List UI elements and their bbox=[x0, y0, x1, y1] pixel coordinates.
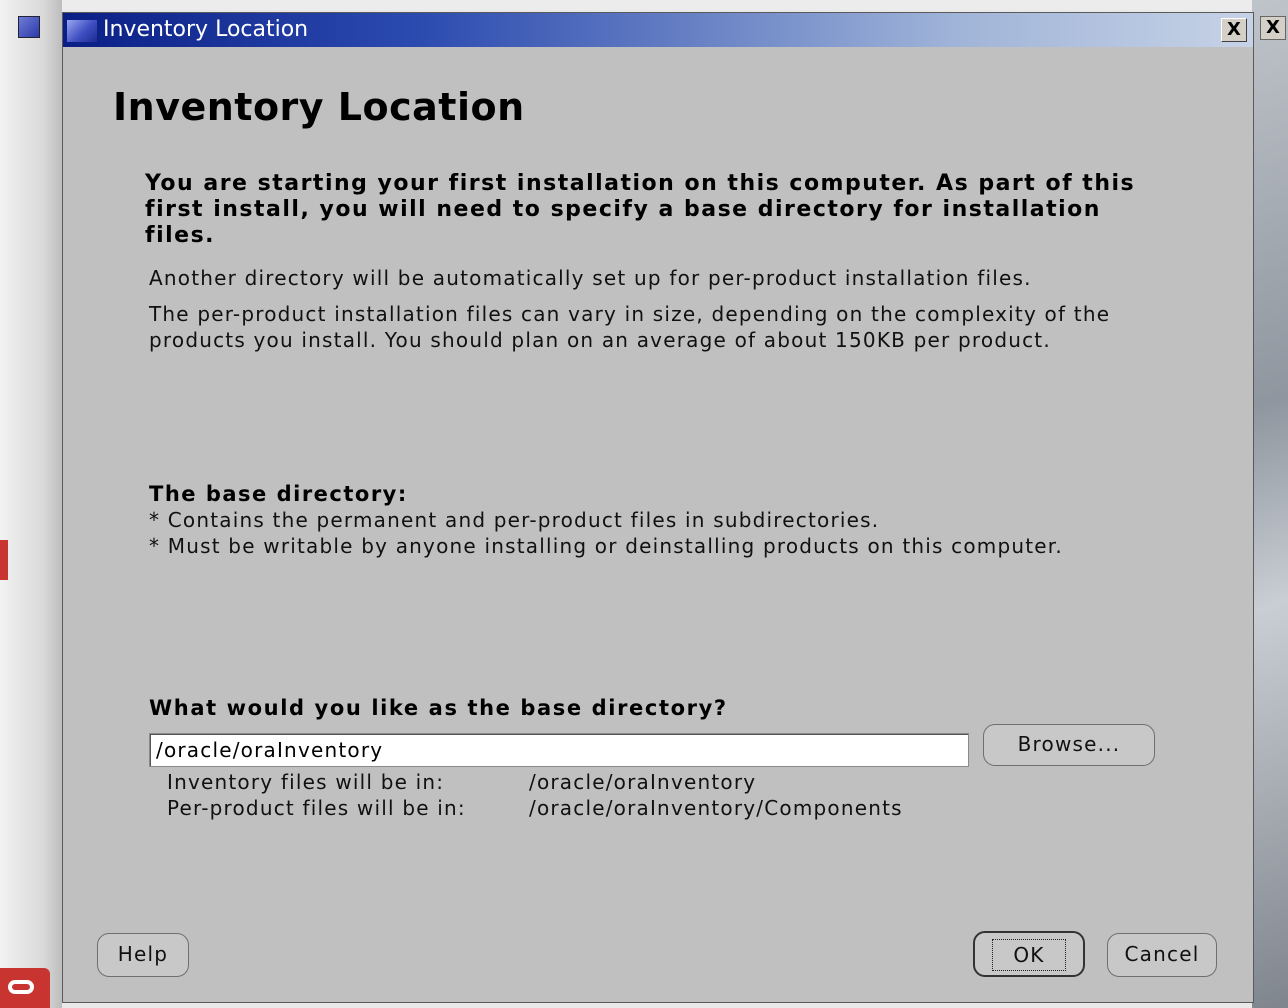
base-directory-input[interactable] bbox=[149, 733, 969, 767]
per-product-files-label: Per-product files will be in: bbox=[167, 796, 466, 820]
inventory-files-value: /oracle/oraInventory bbox=[529, 770, 757, 794]
close-button[interactable]: X bbox=[1221, 18, 1247, 42]
desktop-left-area bbox=[0, 0, 62, 1008]
bullet-item: * Must be writable by anyone installing … bbox=[149, 534, 1063, 558]
paragraph-per-product-dir: Another directory will be automatically … bbox=[149, 266, 1032, 290]
inventory-location-dialog: Inventory Location X Inventory Location … bbox=[62, 12, 1254, 1003]
parent-window-icon bbox=[18, 16, 40, 38]
intro-text: You are starting your first installation… bbox=[145, 171, 1136, 248]
desktop-top-strip bbox=[0, 0, 1288, 10]
base-directory-bullets: * Contains the permanent and per-product… bbox=[149, 507, 1069, 559]
paragraph-size-info: The per-product installation files can v… bbox=[149, 302, 1111, 352]
base-directory-question: What would you like as the base director… bbox=[149, 696, 728, 720]
cancel-button[interactable]: Cancel bbox=[1107, 933, 1217, 977]
title-bar: Inventory Location X bbox=[63, 13, 1253, 47]
desktop-right-area bbox=[1252, 0, 1288, 1008]
inventory-files-row: Inventory files will be in: /oracle/oraI… bbox=[167, 769, 903, 795]
oracle-logo-icon bbox=[0, 968, 50, 1008]
directory-info: Inventory files will be in: /oracle/oraI… bbox=[167, 769, 903, 821]
browse-button[interactable]: Browse... bbox=[983, 724, 1155, 766]
ok-button[interactable]: OK bbox=[973, 931, 1085, 977]
page-title: Inventory Location bbox=[113, 85, 525, 129]
parent-window-close-button[interactable]: X bbox=[1260, 16, 1286, 40]
window-title: Inventory Location bbox=[103, 17, 309, 42]
per-product-files-value: /oracle/oraInventory/Components bbox=[529, 796, 903, 820]
help-button[interactable]: Help bbox=[97, 933, 189, 977]
per-product-files-row: Per-product files will be in: /oracle/or… bbox=[167, 795, 903, 821]
app-icon bbox=[67, 20, 97, 42]
inventory-files-label: Inventory files will be in: bbox=[167, 770, 445, 794]
bullet-item: * Contains the permanent and per-product… bbox=[149, 508, 880, 532]
desktop-red-stripe bbox=[0, 540, 8, 580]
base-directory-heading: The base directory: bbox=[149, 482, 408, 506]
ok-button-label: OK bbox=[992, 939, 1066, 971]
